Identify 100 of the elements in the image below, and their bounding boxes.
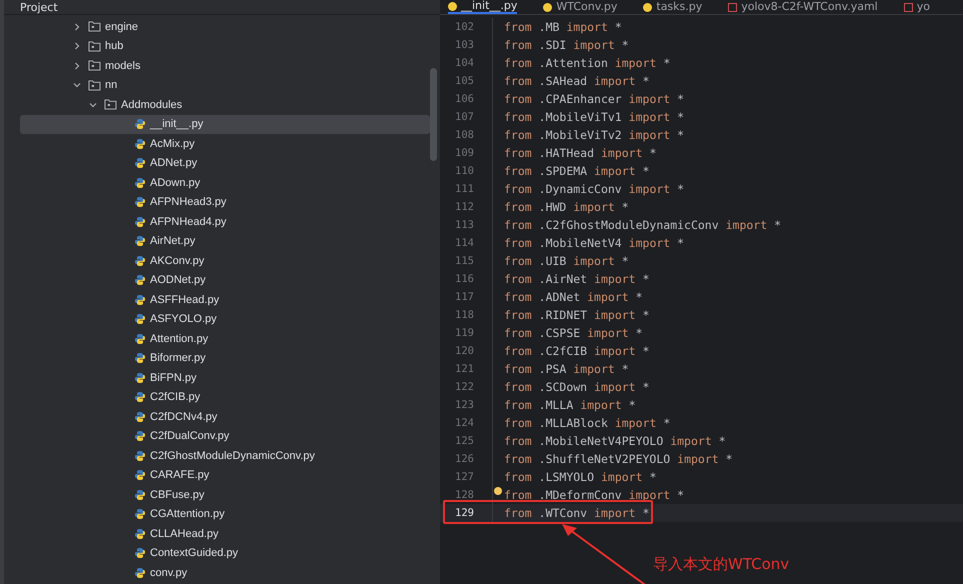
code-line: from .CPAEnhancer import *	[504, 92, 684, 106]
editor-tab[interactable]: tasks.py	[643, 0, 702, 14]
folder-icon	[88, 21, 101, 32]
line-number: 105	[440, 72, 493, 90]
line-number: 110	[440, 162, 493, 180]
code-line: from .MLLABlock import *	[504, 416, 670, 430]
line-number: 118	[440, 306, 493, 324]
line-number: 126	[440, 450, 493, 468]
editor-tab[interactable]: __init__.py	[448, 0, 518, 14]
code-line: from .RIDNET import *	[504, 308, 650, 322]
code-line: from .MobileNetV4 import *	[504, 236, 684, 250]
line-number: 125	[440, 432, 493, 450]
line-number: 120	[440, 342, 493, 360]
line-number: 127	[440, 468, 493, 486]
line-number: 115	[440, 252, 493, 270]
code-line: from .SPDEMA import *	[504, 164, 650, 178]
file-item[interactable]: CGAttention.py	[20, 504, 430, 524]
code-line: from .Attention import *	[504, 56, 670, 70]
folder-icon	[88, 40, 101, 52]
code-line: from .LSMYOLO import *	[504, 470, 656, 484]
panel-title[interactable]: Project	[20, 1, 58, 14]
line-number: 108	[440, 126, 493, 144]
code-line: from .MDeformConv import *	[504, 488, 684, 502]
code-line: from .ADNet import *	[504, 290, 643, 304]
line-number: 119	[440, 324, 493, 342]
folder-item[interactable]: Addmodules	[20, 95, 430, 114]
code-line: from .MLLA import *	[504, 398, 636, 412]
line-number: 129	[440, 504, 493, 522]
folder-item[interactable]: nn	[20, 76, 430, 95]
line-number: 123	[440, 396, 493, 414]
code-line: from .PSA import *	[504, 362, 629, 376]
file-item[interactable]: Attention.py	[20, 329, 430, 348]
file-item[interactable]: BiFPN.py	[20, 368, 430, 388]
code-line: from .HATHead import *	[504, 146, 656, 160]
file-item[interactable]: AKConv.py	[20, 251, 430, 270]
file-item[interactable]: ASFFHead.py	[20, 290, 430, 310]
editor-tab[interactable]: WTConv.py	[543, 0, 618, 14]
folder-icon	[88, 80, 101, 91]
line-number: 112	[440, 198, 493, 216]
chevron-icon[interactable]	[72, 41, 82, 52]
code-line: from .ShuffleNetV2PEYOLO import *	[504, 452, 733, 466]
code-line: from .MobileViTv1 import *	[504, 110, 684, 124]
line-number: 104	[440, 54, 493, 72]
line-number: 107	[440, 108, 493, 126]
file-item[interactable]: ADNet.py	[20, 154, 430, 173]
editor-tab[interactable]: yo	[904, 0, 930, 14]
file-item[interactable]: C2fDCNv4.py	[20, 407, 430, 426]
file-item[interactable]: AirNet.py	[20, 232, 430, 251]
chevron-icon[interactable]	[72, 60, 82, 71]
file-item[interactable]: ContextGuided.py	[20, 544, 430, 563]
code-line: from .SDI import *	[504, 38, 629, 52]
file-item[interactable]: AFPNHead3.py	[20, 192, 430, 212]
folder-icon	[104, 99, 117, 110]
file-item[interactable]: __init__.py	[20, 114, 430, 134]
folder-item[interactable]: engine	[20, 17, 430, 36]
line-number: 102	[440, 18, 493, 36]
code-line: from .UIB import *	[504, 254, 629, 268]
code-line: from .C2fCIB import *	[504, 344, 650, 358]
code-line: from .MobileViTv2 import *	[504, 128, 684, 142]
code-line: from .CSPSE import *	[504, 326, 643, 340]
file-item[interactable]: CBFuse.py	[20, 485, 430, 504]
line-number: 114	[440, 234, 493, 252]
code-line: from .AirNet import *	[504, 272, 650, 286]
annotation-text: 导入本文的WTConv	[653, 555, 790, 573]
line-number: 122	[440, 378, 493, 396]
line-number: 121	[440, 360, 493, 378]
line-number: 117	[440, 288, 493, 306]
file-item[interactable]: C2fDualConv.py	[20, 426, 430, 446]
line-number: 113	[440, 216, 493, 234]
scrollbar[interactable]	[430, 68, 437, 161]
folder-icon	[88, 60, 101, 72]
file-item[interactable]: ADown.py	[20, 173, 430, 192]
file-item[interactable]: Biformer.py	[20, 348, 430, 368]
code-line: from .C2fGhostModuleDynamicConv import *	[504, 218, 782, 232]
code-line: from .DynamicConv import *	[504, 182, 684, 196]
folder-item[interactable]: models	[20, 56, 430, 76]
code-line: from .HWD import *	[504, 200, 629, 214]
line-number: 111	[440, 180, 493, 198]
file-item[interactable]: CARAFE.py	[20, 466, 430, 485]
file-item[interactable]: C2fCIB.py	[20, 388, 430, 407]
file-item[interactable]: AODNet.py	[20, 270, 430, 290]
file-item[interactable]: ASFYOLO.py	[20, 310, 430, 329]
folder-item[interactable]: hub	[20, 36, 430, 56]
file-item[interactable]: AcMix.py	[20, 134, 430, 154]
code-line: from .MB import *	[504, 20, 622, 34]
file-item[interactable]: conv.py	[20, 563, 430, 582]
chevron-icon[interactable]	[72, 22, 82, 32]
editor-tab[interactable]: yolov8-C2f-WTConv.yaml	[728, 0, 878, 14]
code-line: from .WTConv import *	[504, 506, 650, 520]
line-number: 109	[440, 144, 493, 162]
file-item[interactable]: C2fGhostModuleDynamicConv.py	[20, 446, 430, 466]
file-item[interactable]: CLLAHead.py	[20, 524, 430, 544]
line-number: 106	[440, 90, 493, 108]
code-line: from .MobileNetV4PEYOLO import *	[504, 434, 726, 448]
line-number: 124	[440, 414, 493, 432]
code-line: from .SCDown import *	[504, 380, 650, 394]
line-number: 103	[440, 36, 493, 54]
line-number: 116	[440, 270, 493, 288]
file-item[interactable]: AFPNHead4.py	[20, 212, 430, 232]
code-line: from .SAHead import *	[504, 74, 650, 88]
